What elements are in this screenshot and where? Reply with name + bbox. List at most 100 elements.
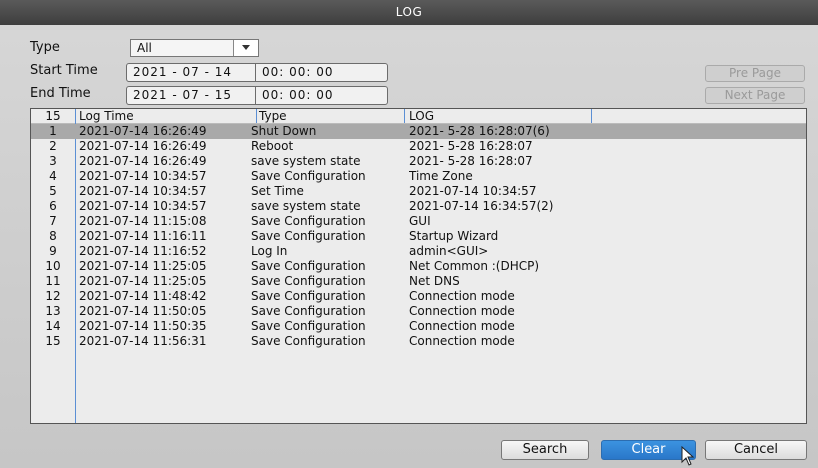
row-log-time: 2021-07-14 16:26:49 bbox=[79, 139, 207, 153]
row-log-time: 2021-07-14 10:34:57 bbox=[79, 199, 207, 213]
row-log: 2021- 5-28 16:28:07 bbox=[409, 139, 533, 153]
row-log: admin<GUI> bbox=[409, 244, 489, 258]
row-number: 1 bbox=[49, 124, 57, 138]
row-log-time: 2021-07-14 16:26:49 bbox=[79, 124, 207, 138]
chevron-down-icon bbox=[242, 45, 250, 50]
row-log: Connection mode bbox=[409, 289, 515, 303]
row-type: Save Configuration bbox=[251, 319, 366, 333]
row-number: 7 bbox=[49, 214, 57, 228]
row-type: Shut Down bbox=[251, 124, 317, 138]
table-row[interactable]: 12 2021-07-14 11:48:42 Save Configuration C… bbox=[31, 289, 806, 304]
row-log: Net Common :(DHCP) bbox=[409, 259, 540, 273]
log-table: 15 Log Time Type LOG 1 2021-07-14 16:26:4… bbox=[30, 108, 807, 424]
pre-page-button[interactable]: Pre Page bbox=[705, 65, 805, 82]
type-select-value: All bbox=[137, 41, 152, 55]
row-number: 12 bbox=[45, 289, 61, 303]
type-label: Type bbox=[30, 40, 60, 55]
table-row[interactable]: 10 2021-07-14 11:25:05 Save Configuration N… bbox=[31, 259, 806, 274]
table-row[interactable]: 5 2021-07-14 10:34:57 Set Time 2021-07-14 1… bbox=[31, 184, 806, 199]
end-time-field: 2021 - 07 - 15 00: 00: 00 bbox=[126, 86, 388, 105]
row-number: 2 bbox=[49, 139, 57, 153]
row-log-time: 2021-07-14 11:15:08 bbox=[79, 214, 207, 228]
cancel-button[interactable]: Cancel bbox=[705, 440, 807, 460]
row-type: Save Configuration bbox=[251, 214, 366, 228]
row-type: save system state bbox=[251, 154, 361, 168]
table-row[interactable]: 3 2021-07-14 16:26:49 save system state 202… bbox=[31, 154, 806, 169]
row-number: 14 bbox=[45, 319, 61, 333]
end-date-input[interactable]: 2021 - 07 - 15 bbox=[127, 87, 255, 104]
row-log: Connection mode bbox=[409, 319, 515, 333]
row-number: 3 bbox=[49, 154, 57, 168]
table-row[interactable]: 9 2021-07-14 11:16:52 Log In admin<GUI> bbox=[31, 244, 806, 259]
table-header: 15 Log Time Type LOG bbox=[31, 109, 806, 124]
row-type: Log In bbox=[251, 244, 288, 258]
row-log-time: 2021-07-14 16:26:49 bbox=[79, 154, 207, 168]
row-type: Set Time bbox=[251, 184, 304, 198]
row-log-time: 2021-07-14 11:50:35 bbox=[79, 319, 207, 333]
row-number: 5 bbox=[49, 184, 57, 198]
row-type: Save Configuration bbox=[251, 259, 366, 273]
row-count: 15 bbox=[45, 109, 61, 123]
start-time-label: Start Time bbox=[30, 63, 98, 78]
row-log: GUI bbox=[409, 214, 431, 228]
table-row[interactable]: 15 2021-07-14 11:56:31 Save Configuration C… bbox=[31, 334, 806, 349]
table-row[interactable]: 4 2021-07-14 10:34:57 Save Configuration Ti… bbox=[31, 169, 806, 184]
row-type: Save Configuration bbox=[251, 334, 366, 348]
row-log: 2021- 5-28 16:28:07 bbox=[409, 154, 533, 168]
table-row[interactable]: 8 2021-07-14 11:16:11 Save Configuration St… bbox=[31, 229, 806, 244]
column-header-type[interactable]: Type bbox=[259, 109, 287, 123]
search-button[interactable]: Search bbox=[501, 440, 589, 460]
column-header-log[interactable]: LOG bbox=[409, 109, 434, 123]
table-row[interactable]: 6 2021-07-14 10:34:57 save system state 202… bbox=[31, 199, 806, 214]
end-clock-input[interactable]: 00: 00: 00 bbox=[256, 87, 387, 104]
row-number: 11 bbox=[45, 274, 61, 288]
row-log-time: 2021-07-14 11:16:11 bbox=[79, 229, 207, 243]
row-log: Time Zone bbox=[409, 169, 473, 183]
row-type: save system state bbox=[251, 199, 361, 213]
row-log: 2021- 5-28 16:28:07(6) bbox=[409, 124, 550, 138]
column-divider bbox=[256, 109, 257, 123]
row-type: Save Configuration bbox=[251, 169, 366, 183]
row-number: 10 bbox=[45, 259, 61, 273]
row-log-time: 2021-07-14 11:48:42 bbox=[79, 289, 207, 303]
column-divider bbox=[404, 109, 405, 123]
table-row[interactable]: 13 2021-07-14 11:50:05 Save Configuration C… bbox=[31, 304, 806, 319]
row-log-time: 2021-07-14 10:34:57 bbox=[79, 184, 207, 198]
row-number: 8 bbox=[49, 229, 57, 243]
end-time-label: End Time bbox=[30, 86, 91, 101]
row-type: Save Configuration bbox=[251, 274, 366, 288]
type-select[interactable]: All bbox=[130, 39, 259, 57]
table-row[interactable]: 2 2021-07-14 16:26:49 Reboot 2021- 5-28 16:… bbox=[31, 139, 806, 154]
start-time-field: 2021 - 07 - 14 00: 00: 00 bbox=[126, 63, 388, 82]
type-dropdown-button[interactable] bbox=[233, 40, 258, 56]
row-log-time: 2021-07-14 11:16:52 bbox=[79, 244, 207, 258]
row-number: 15 bbox=[45, 334, 61, 348]
row-log-time: 2021-07-14 11:25:05 bbox=[79, 274, 207, 288]
row-log: Connection mode bbox=[409, 304, 515, 318]
table-row[interactable]: 7 2021-07-14 11:15:08 Save Configuration GU… bbox=[31, 214, 806, 229]
window-title: LOG bbox=[0, 0, 818, 25]
start-date-input[interactable]: 2021 - 07 - 14 bbox=[127, 64, 255, 81]
row-number: 9 bbox=[49, 244, 57, 258]
row-log-time: 2021-07-14 11:50:05 bbox=[79, 304, 207, 318]
row-log-time: 2021-07-14 10:34:57 bbox=[79, 169, 207, 183]
row-number: 13 bbox=[45, 304, 61, 318]
table-row[interactable]: 11 2021-07-14 11:25:05 Save Configuration N… bbox=[31, 274, 806, 289]
row-log: Net DNS bbox=[409, 274, 460, 288]
row-log: Startup Wizard bbox=[409, 229, 499, 243]
column-header-log-time[interactable]: Log Time bbox=[79, 109, 134, 123]
table-row[interactable]: 14 2021-07-14 11:50:35 Save Configuration C… bbox=[31, 319, 806, 334]
row-log-time: 2021-07-14 11:25:05 bbox=[79, 259, 207, 273]
mouse-pointer-icon bbox=[681, 446, 695, 466]
row-log: 2021-07-14 10:34:57 bbox=[409, 184, 537, 198]
row-type: Save Configuration bbox=[251, 304, 366, 318]
log-window: LOG Type All Start Time 2021 - 07 - 14 0… bbox=[0, 0, 818, 468]
table-row[interactable]: 1 2021-07-14 16:26:49 Shut Down 2021- 5-28 … bbox=[31, 124, 806, 139]
row-number: 4 bbox=[49, 169, 57, 183]
row-number: 6 bbox=[49, 199, 57, 213]
row-type: Save Configuration bbox=[251, 289, 366, 303]
next-page-button[interactable]: Next Page bbox=[705, 87, 805, 104]
column-divider bbox=[591, 109, 592, 123]
start-clock-input[interactable]: 00: 00: 00 bbox=[256, 64, 387, 81]
row-type: Save Configuration bbox=[251, 229, 366, 243]
